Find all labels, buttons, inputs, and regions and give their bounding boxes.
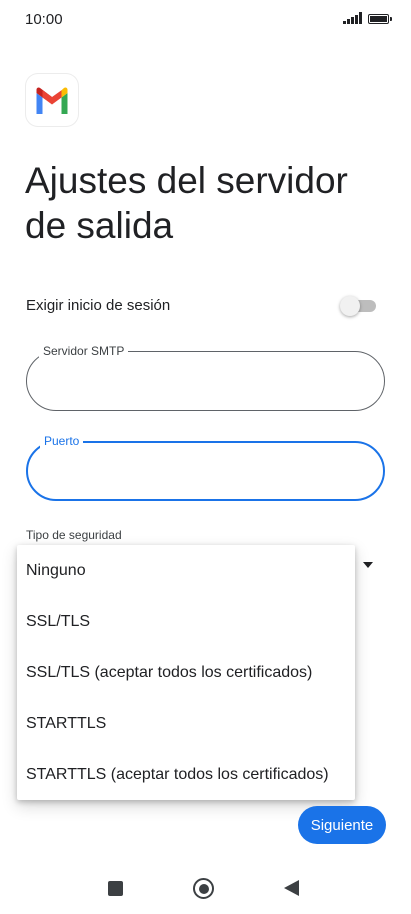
- battery-icon: [368, 14, 392, 24]
- smtp-server-field[interactable]: Servidor SMTP: [26, 343, 385, 411]
- page-title: Ajustes del servidor de salida: [25, 160, 348, 246]
- menu-item-starttls[interactable]: STARTTLS: [17, 698, 355, 749]
- login-required-toggle[interactable]: [340, 296, 376, 316]
- menu-item-none[interactable]: Ninguno: [17, 545, 355, 596]
- login-required-label: Exigir inicio de sesión: [26, 297, 171, 314]
- security-type-label: Tipo de seguridad: [26, 528, 122, 542]
- navigation-bar: [0, 860, 411, 914]
- port-input[interactable]: [46, 461, 366, 478]
- next-button[interactable]: Siguiente: [298, 806, 386, 844]
- security-type-menu: Ninguno SSL/TLS SSL/TLS (aceptar todos l…: [17, 545, 355, 800]
- gmail-icon: [26, 74, 78, 126]
- toggle-thumb: [340, 296, 360, 316]
- signal-icon: [343, 12, 362, 24]
- recent-apps-icon[interactable]: [108, 881, 123, 896]
- gmail-logo-svg: [36, 86, 68, 114]
- status-icons: [343, 12, 392, 24]
- menu-item-starttls-all-certs[interactable]: STARTTLS (aceptar todos los certificados…: [17, 749, 355, 800]
- smtp-server-label: Servidor SMTP: [39, 343, 129, 359]
- port-field[interactable]: Puerto: [26, 433, 385, 501]
- smtp-server-input[interactable]: [45, 370, 365, 387]
- login-required-row[interactable]: Exigir inicio de sesión: [26, 294, 384, 318]
- status-time: 10:00: [25, 11, 63, 28]
- menu-item-ssl-tls-all-certs[interactable]: SSL/TLS (aceptar todos los certificados): [17, 647, 355, 698]
- menu-item-ssl-tls[interactable]: SSL/TLS: [17, 596, 355, 647]
- home-icon[interactable]: [193, 878, 214, 899]
- port-label: Puerto: [40, 433, 84, 449]
- back-icon[interactable]: [284, 880, 299, 896]
- dropdown-arrow-icon[interactable]: [363, 562, 373, 568]
- status-bar: 10:00: [0, 0, 411, 40]
